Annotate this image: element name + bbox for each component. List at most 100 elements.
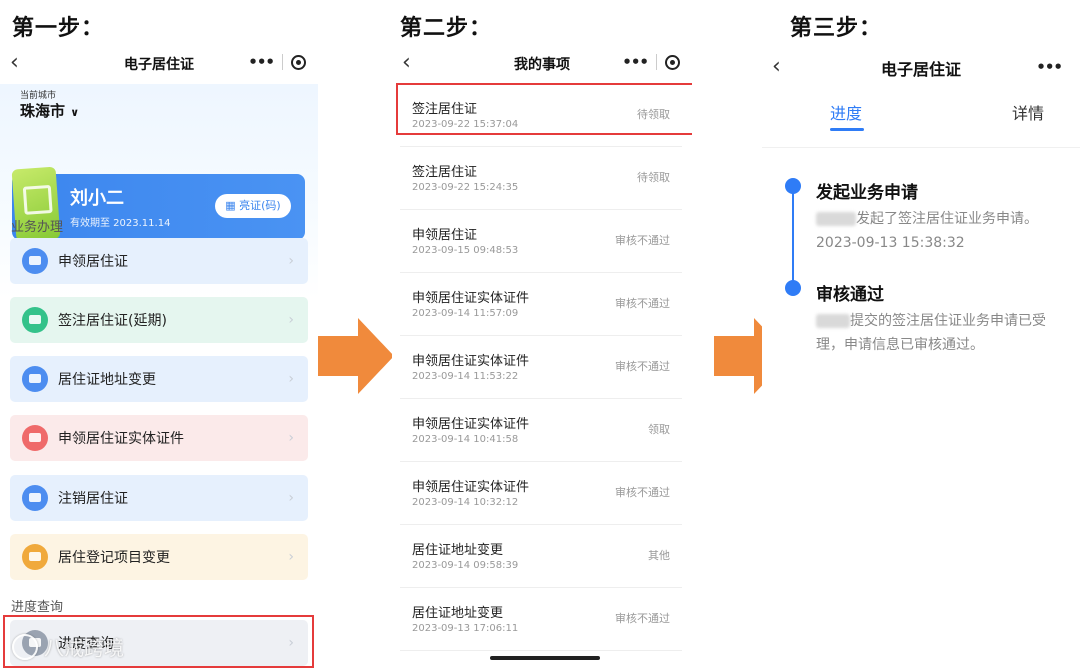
back-icon[interactable]: ‹ bbox=[10, 50, 19, 75]
validity-date: 有效期至 2023.11.14 bbox=[70, 218, 171, 229]
home-indicator bbox=[490, 656, 600, 660]
page-title: 电子居住证 bbox=[124, 57, 194, 73]
timeline-step-title: 发起业务申请 bbox=[816, 183, 918, 203]
capsule-divider bbox=[282, 54, 283, 70]
list-item[interactable]: 申领居住证实体证件 2023-09-14 11:57:09 审核不通过 bbox=[400, 273, 682, 336]
card-icon bbox=[22, 425, 48, 451]
watermark-text: 八戒跨境 bbox=[44, 636, 124, 660]
menu-item[interactable]: 签注居住证(延期) › bbox=[10, 297, 308, 343]
list-item[interactable]: 居住证地址变更 2023-09-13 17:06:11 审核不通过 bbox=[400, 588, 682, 651]
capsule-divider bbox=[656, 54, 657, 70]
timeline-step-text: 提交的签注居住证业务申请已受 bbox=[816, 310, 1074, 332]
highlight-frame bbox=[396, 83, 692, 135]
endorse-icon bbox=[22, 307, 48, 333]
panel-progress-detail: ‹ 电子居住证 ••• 进度 详情 发起业务申请 发起了签注居住证业务申请。 2… bbox=[762, 44, 1080, 668]
timeline-step-time: 2023-09-13 15:38:32 bbox=[816, 235, 965, 251]
cancel-card-icon bbox=[22, 485, 48, 511]
item-time: 2023-09-14 10:32:12 bbox=[412, 497, 519, 508]
menu-item[interactable]: 申领居住证实体证件 › bbox=[10, 415, 308, 461]
chevron-right-icon: › bbox=[288, 371, 294, 387]
more-icon[interactable]: ••• bbox=[1036, 58, 1063, 76]
back-icon[interactable]: ‹ bbox=[402, 50, 411, 75]
more-icon[interactable]: ••• bbox=[622, 53, 649, 71]
step-2-title: 第二步： bbox=[400, 16, 493, 41]
chevron-down-icon: ∨ bbox=[70, 106, 80, 119]
item-time: 2023-09-22 15:24:35 bbox=[412, 182, 519, 193]
menu-item[interactable]: 居住证地址变更 › bbox=[10, 356, 308, 402]
list-item[interactable]: 申领居住证实体证件 2023-09-14 10:41:58 领取 bbox=[400, 399, 682, 462]
list-item[interactable]: 申领居住证 2023-09-15 09:48:53 审核不通过 bbox=[400, 210, 682, 273]
mini-program-capsule: ••• bbox=[622, 53, 680, 71]
item-status: 待领取 bbox=[637, 171, 670, 184]
item-status: 其他 bbox=[648, 549, 670, 562]
item-title: 居住证地址变更 bbox=[412, 543, 504, 558]
menu-label: 申领居住证实体证件 bbox=[58, 431, 184, 447]
menu-item[interactable]: 申领居住证 › bbox=[10, 238, 308, 284]
back-icon[interactable]: ‹ bbox=[772, 54, 781, 79]
navbar: ‹ 电子居住证 ••• bbox=[762, 44, 1080, 92]
close-target-icon[interactable] bbox=[665, 54, 680, 70]
chevron-right-icon: › bbox=[288, 430, 294, 446]
page-title: 电子居住证 bbox=[880, 60, 961, 79]
item-title: 申领居住证实体证件 bbox=[412, 354, 530, 369]
navbar: ‹ 电子居住证 ••• bbox=[0, 44, 318, 84]
id-card-icon bbox=[22, 248, 48, 274]
chevron-right-icon: › bbox=[288, 312, 294, 328]
step-3-title: 第三步： bbox=[790, 16, 883, 41]
list-item[interactable]: 申领居住证实体证件 2023-09-14 11:53:22 审核不通过 bbox=[400, 336, 682, 399]
page-title: 我的事项 bbox=[514, 57, 570, 73]
tab-detail[interactable]: 详情 bbox=[1012, 100, 1044, 124]
item-title: 签注居住证 bbox=[412, 165, 478, 180]
item-status: 审核不通过 bbox=[615, 234, 670, 247]
chevron-right-icon: › bbox=[288, 490, 294, 506]
qr-icon: ▦ bbox=[225, 199, 240, 212]
chevron-right-icon: › bbox=[288, 549, 294, 565]
panel-residence-permit-home: ‹ 电子居住证 ••• 当前城市 珠海市 ∨ 刘小二 有效期至 2023.11.… bbox=[0, 44, 318, 668]
menu-item[interactable]: 居住登记项目变更 › bbox=[10, 534, 308, 580]
city-name: 珠海市 bbox=[20, 102, 66, 120]
item-time: 2023-09-14 11:57:09 bbox=[412, 308, 519, 319]
panel-my-items: ‹ 我的事项 ••• 签注居住证 2023-09-22 15:37:04 待领取 签注… bbox=[392, 44, 692, 668]
timeline-step-desc: 提交的签注居住证业务申请已受 bbox=[850, 313, 1046, 329]
item-status: 审核不通过 bbox=[615, 360, 670, 373]
menu-label: 居住证地址变更 bbox=[58, 372, 156, 388]
more-icon[interactable]: ••• bbox=[248, 53, 275, 71]
menu-item[interactable]: 注销居住证 › bbox=[10, 475, 308, 521]
list-item[interactable]: 签注居住证 2023-09-22 15:24:35 待领取 bbox=[400, 147, 682, 210]
step-1-title: 第一步： bbox=[12, 16, 105, 41]
item-title: 申领居住证实体证件 bbox=[412, 291, 530, 306]
item-title: 申领居住证实体证件 bbox=[412, 417, 530, 432]
menu-label: 签注居住证(延期) bbox=[58, 313, 167, 329]
timeline-step-desc-2: 理，申请信息已审核通过。 bbox=[816, 337, 984, 353]
redacted-name bbox=[816, 212, 856, 226]
arrow-right-icon bbox=[318, 318, 394, 394]
tab-progress[interactable]: 进度 bbox=[830, 100, 862, 124]
show-permit-label: 亮证(码) bbox=[239, 199, 281, 212]
show-permit-button[interactable]: ▦ 亮证(码) bbox=[215, 194, 291, 218]
menu-label: 注销居住证 bbox=[58, 491, 128, 507]
mini-program-capsule: ••• bbox=[248, 53, 306, 71]
menu-label: 居住登记项目变更 bbox=[58, 550, 170, 566]
list-item[interactable]: 居住证地址变更 2023-09-14 09:58:39 其他 bbox=[400, 525, 682, 588]
close-target-icon[interactable] bbox=[291, 54, 306, 70]
menu-label: 申领居住证 bbox=[58, 254, 128, 270]
city-selector[interactable]: 珠海市 ∨ bbox=[20, 100, 79, 121]
item-title: 居住证地址变更 bbox=[412, 606, 504, 621]
list-item[interactable]: 申领居住证实体证件 2023-09-14 10:32:12 审核不通过 bbox=[400, 462, 682, 525]
item-time: 2023-09-15 09:48:53 bbox=[412, 245, 519, 256]
item-title: 申领居住证 bbox=[412, 228, 478, 243]
timeline-step-desc: 发起了签注居住证业务申请。 bbox=[856, 211, 1038, 227]
item-status: 审核不通过 bbox=[615, 612, 670, 625]
timeline-dot bbox=[785, 178, 801, 194]
item-time: 2023-09-13 17:06:11 bbox=[412, 623, 519, 634]
chevron-right-icon: › bbox=[288, 253, 294, 269]
item-status: 审核不通过 bbox=[615, 297, 670, 310]
tab-active-indicator bbox=[830, 128, 864, 131]
redacted-name bbox=[816, 314, 850, 328]
item-status: 领取 bbox=[648, 423, 670, 436]
item-title: 申领居住证实体证件 bbox=[412, 480, 530, 495]
timeline-dot bbox=[785, 280, 801, 296]
mini-program-capsule: ••• bbox=[1036, 58, 1063, 76]
section-business: 业务办理 bbox=[11, 220, 64, 235]
timeline-step-text: 发起了签注居住证业务申请。 bbox=[816, 208, 1074, 230]
